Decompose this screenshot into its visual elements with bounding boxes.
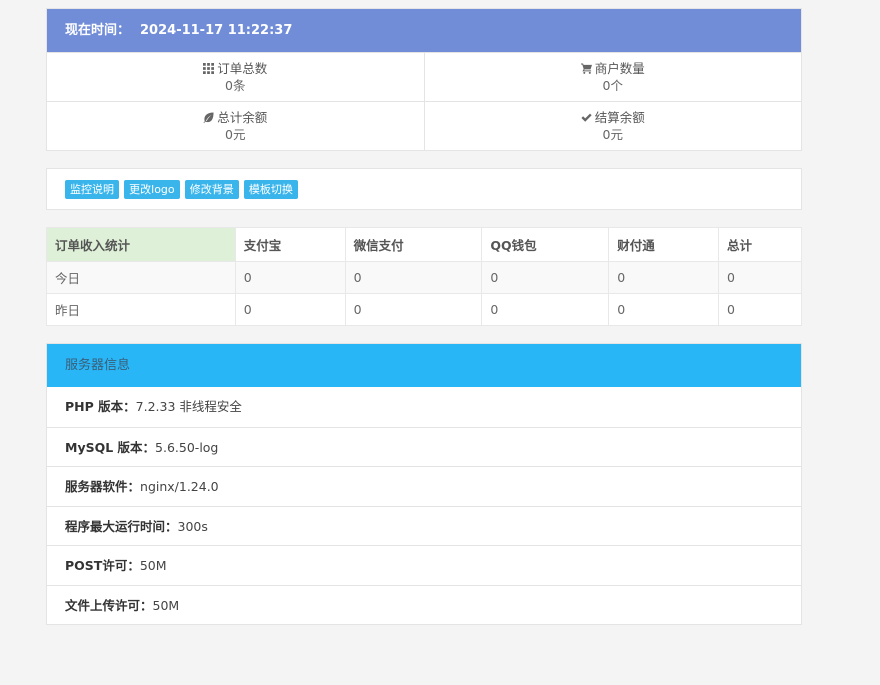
check-icon [581,113,592,122]
table-header-cell: 微信支付 [344,227,483,262]
table-row: 今日 0 0 0 0 0 [46,261,802,294]
server-info-php: PHP 版本：7.2.33 非线程安全 [47,387,801,427]
server-info-upload-limit: 文件上传许可：50M [47,584,801,625]
table-cell: 0 [718,261,802,294]
info-value: 5.6.50-log [155,439,219,455]
info-key: 服务器软件： [65,479,141,494]
table-header-cell: 总计 [718,227,802,262]
stat-title: 商户数量 [594,61,645,76]
stat-settle-balance: 结算余额 0元 [423,102,802,150]
current-time-header: 现在时间： 2024-11-17 11:22:37 [47,9,801,52]
cart-icon [580,63,592,74]
monitor-help-button[interactable]: 监控说明 [65,180,119,199]
dashboard: 现在时间： 2024-11-17 11:22:37 订单总数 0条 商户数量 0个… [46,8,802,625]
income-stats-table: 订单收入统计 支付宝 微信支付 QQ钱包 财付通 总计 今日 0 0 0 0 0… [46,227,802,326]
leaf-icon [203,112,214,123]
stat-merchant-count: 商户数量 0个 [423,53,802,101]
info-value: 300s [177,518,208,534]
table-cell: 0 [234,261,346,294]
stat-title: 总计余额 [217,110,268,125]
stat-order-count: 订单总数 0条 [47,53,424,101]
stat-row-2: 总计余额 0元 结算余额 0元 [47,101,801,150]
stat-value: 0个 [602,78,623,93]
stat-title: 订单总数 [217,61,268,76]
stat-row-1: 订单总数 0条 商户数量 0个 [47,52,801,101]
stat-value: 0条 [225,78,246,93]
table-cell: 0 [481,293,610,326]
info-key: 程序最大运行时间： [65,518,178,534]
info-value: 50M [152,597,180,613]
change-logo-button[interactable]: 更改logo [124,180,180,199]
grid-icon [203,63,215,74]
table-cell: 0 [481,261,610,294]
stat-value: 0元 [602,127,623,142]
info-value: 7.2.33 非线程安全 [135,399,242,414]
info-key: PHP 版本： [65,399,136,414]
table-cell: 0 [718,293,802,326]
server-info-title: 服务器信息 [47,344,801,387]
table-cell: 0 [344,293,483,326]
current-time-label: 现在时间： [65,23,131,38]
table-cell: 0 [608,261,720,294]
table-header-cell: 财付通 [608,227,720,262]
table-cell: 0 [608,293,720,326]
server-info-software: 服务器软件：nginx/1.24.0 [47,466,801,506]
stat-value: 0元 [225,127,246,142]
server-info-list: PHP 版本：7.2.33 非线程安全 MySQL 版本：5.6.50-log … [47,387,801,624]
info-key: 文件上传许可： [65,597,153,613]
table-cell: 0 [234,293,346,326]
time-panel: 现在时间： 2024-11-17 11:22:37 订单总数 0条 商户数量 0个… [46,8,802,151]
switch-template-button[interactable]: 模板切换 [243,180,298,199]
info-value: 50M [139,558,167,573]
table-header-cell: 支付宝 [234,227,346,262]
server-info-post-limit: POST许可：50M [47,545,801,585]
table-cell: 今日 [46,261,236,294]
server-info-max-exec-time: 程序最大运行时间：300s [47,505,801,546]
change-background-button[interactable]: 修改背景 [184,180,239,199]
server-info-mysql: MySQL 版本：5.6.50-log [47,426,801,467]
table-row: 昨日 0 0 0 0 0 [46,293,802,326]
stat-title: 结算余额 [594,110,645,125]
table-header-cell: 订单收入统计 [46,227,236,262]
info-value: nginx/1.24.0 [140,479,219,494]
action-button-bar: 监控说明 更改logo 修改背景 模板切换 [46,168,802,210]
table-cell: 0 [344,261,483,294]
table-header-row: 订单收入统计 支付宝 微信支付 QQ钱包 财付通 总计 [46,227,802,262]
current-time-value: 2024-11-17 11:22:37 [140,23,293,38]
table-header-cell: QQ钱包 [481,227,610,262]
table-cell: 昨日 [46,293,236,326]
info-key: POST许可： [65,558,140,573]
server-info-panel: 服务器信息 PHP 版本：7.2.33 非线程安全 MySQL 版本：5.6.5… [46,343,802,625]
stat-total-balance: 总计余额 0元 [47,102,424,150]
info-key: MySQL 版本： [65,439,156,455]
